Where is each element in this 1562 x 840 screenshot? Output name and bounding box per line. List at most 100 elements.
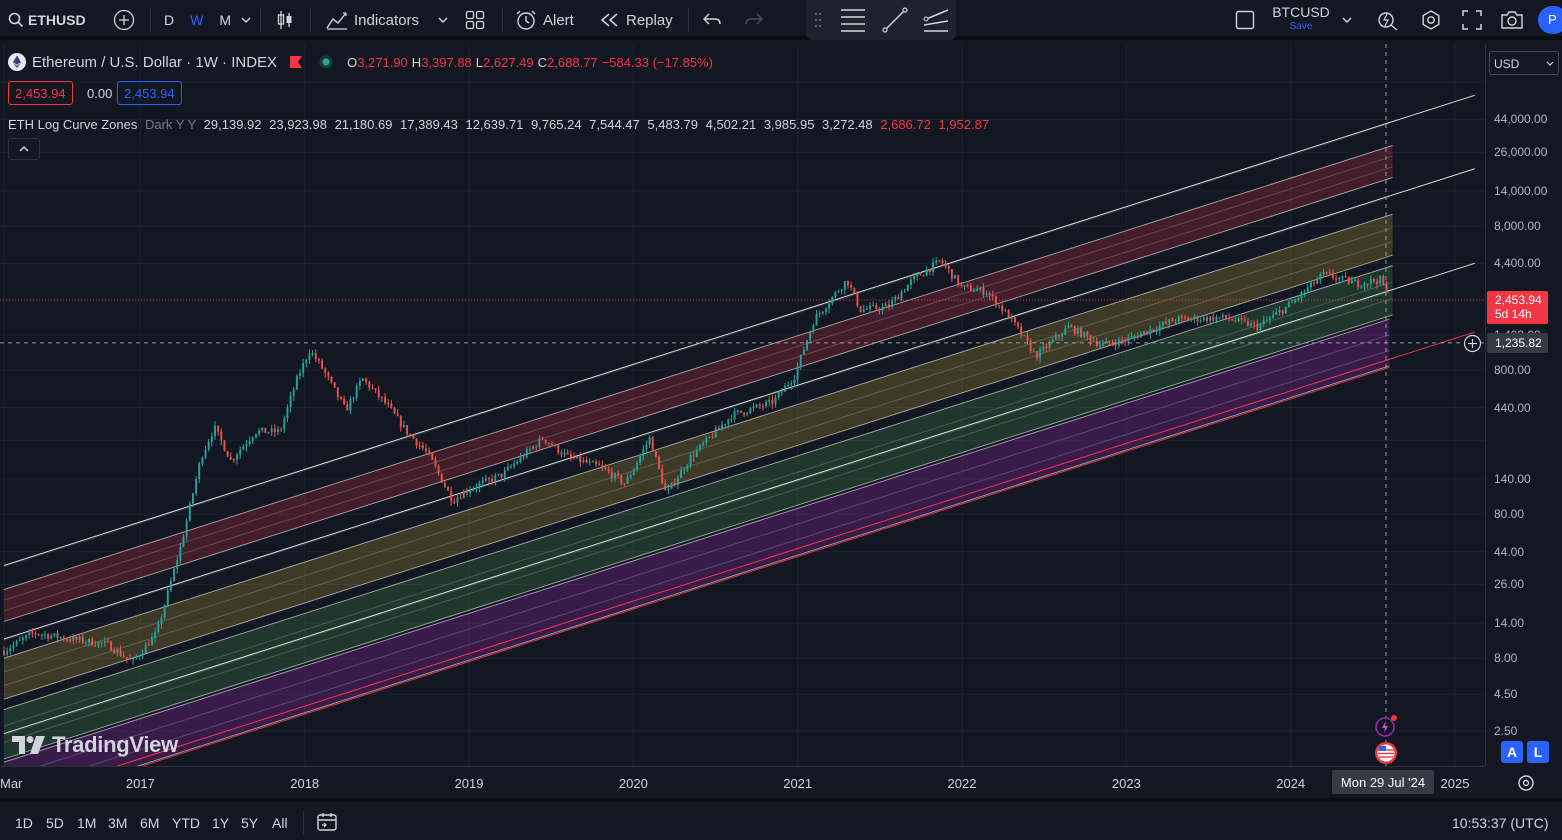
candle-body: [116, 649, 119, 654]
ohlc-change: −584.33 (−17.85%): [601, 54, 713, 70]
candle-body: [94, 645, 97, 647]
log-scale-button[interactable]: L: [1527, 741, 1549, 763]
range-6m[interactable]: 6M: [140, 815, 159, 831]
range-1m[interactable]: 1M: [77, 815, 96, 831]
candle-body: [614, 473, 616, 479]
compare-add-button[interactable]: [113, 0, 135, 40]
chevron-down-icon[interactable]: [241, 17, 251, 23]
add-alert-plus-icon[interactable]: [1463, 334, 1482, 353]
candle-body: [84, 642, 87, 644]
candle-body: [97, 641, 100, 646]
candle-body: [204, 449, 207, 458]
candle-body: [355, 385, 358, 399]
candle-body: [302, 363, 305, 374]
candle-body: [1294, 299, 1297, 303]
buy-price-button[interactable]: 2,453.94: [117, 81, 182, 105]
channel-icon[interactable]: [922, 7, 950, 33]
horizontal-lines-icon[interactable]: [839, 7, 867, 33]
layout-dropdown[interactable]: [1342, 0, 1352, 40]
candle-body: [1039, 349, 1042, 359]
candle-body: [563, 452, 566, 455]
candle-body: [15, 640, 18, 645]
lightning-event-icon[interactable]: [1374, 714, 1398, 738]
calendar-range-icon[interactable]: [316, 811, 338, 833]
candle-body: [758, 404, 761, 406]
auto-scale-button[interactable]: A: [1501, 741, 1523, 763]
zone-yellow: [4, 214, 1393, 700]
range-5d[interactable]: 5D: [46, 815, 64, 831]
chart-canvas[interactable]: [0, 44, 1485, 766]
trend-line-icon[interactable]: [882, 7, 908, 33]
time-axis-settings-icon[interactable]: [1517, 774, 1535, 792]
candle-body: [793, 379, 796, 384]
range-ytd[interactable]: YTD: [172, 815, 200, 831]
candle-body: [1344, 276, 1347, 278]
candle-body: [711, 436, 714, 438]
time-tick-label: 2024: [1276, 776, 1306, 791]
candle-body: [777, 392, 780, 398]
us-flag-event-icon[interactable]: [1374, 741, 1398, 765]
fullscreen-button[interactable]: [1462, 0, 1482, 40]
candle-body: [576, 456, 579, 459]
candle-body: [1023, 335, 1026, 337]
chart-type-button[interactable]: [276, 0, 294, 40]
indicator-value: 17,389.43: [396, 117, 458, 132]
saved-layout-name: BTCUSD: [1272, 4, 1330, 20]
candle-body: [743, 412, 746, 415]
alert-button[interactable]: Alert: [515, 0, 574, 40]
indicators-dropdown[interactable]: [438, 0, 448, 40]
candle-body: [1281, 310, 1284, 314]
candle-body: [1184, 316, 1186, 318]
candle-body: [192, 493, 194, 504]
layout-square-button[interactable]: [1235, 0, 1255, 40]
range-1y[interactable]: 1Y: [212, 815, 229, 831]
quick-search-button[interactable]: [1377, 0, 1399, 40]
redo-button[interactable]: [745, 0, 763, 40]
indicators-button[interactable]: Indicators: [326, 0, 419, 40]
candle-body: [746, 413, 749, 415]
candle-body: [415, 438, 418, 446]
snapshot-button[interactable]: [1500, 0, 1524, 40]
indicator-legend[interactable]: ETH Log Curve Zones Dark Y Y 29,139.92 2…: [8, 117, 989, 132]
candle-body: [157, 624, 160, 633]
interval-d[interactable]: D: [164, 12, 174, 28]
ohlc-high: H3,397.88: [411, 54, 472, 70]
toolbar-divider: [310, 8, 311, 32]
symbol-search-button[interactable]: ETHUSD: [8, 0, 86, 40]
undo-button[interactable]: [703, 0, 721, 40]
sell-price-button[interactable]: 2,453.94: [8, 81, 73, 105]
candle-body: [1328, 272, 1331, 274]
saved-layout-button[interactable]: BTCUSD Save: [1266, 4, 1336, 32]
chart-pane[interactable]: [0, 44, 1485, 766]
utc-clock[interactable]: 10:53:37 (UTC): [1452, 815, 1548, 831]
candle-body: [1278, 310, 1281, 313]
candle-body: [210, 436, 213, 443]
candle-body: [324, 368, 327, 373]
layouts-button[interactable]: [465, 0, 485, 40]
candle-body: [1237, 317, 1240, 322]
market-status-icon: [319, 55, 333, 69]
candle-body: [966, 285, 969, 287]
candle-body: [500, 473, 503, 478]
range-5y[interactable]: 5Y: [241, 815, 258, 831]
candle-body: [815, 314, 818, 326]
time-tick-label: 2018: [290, 776, 320, 791]
flag-icon[interactable]: [289, 55, 303, 69]
candle-body: [516, 461, 519, 464]
range-1d[interactable]: 1D: [15, 815, 33, 831]
range-3m[interactable]: 3M: [108, 815, 127, 831]
candle-body: [374, 388, 377, 390]
symbol-title[interactable]: Ethereum / U.S. Dollar · 1W · INDEX: [32, 54, 277, 71]
settings-button[interactable]: [1420, 0, 1442, 40]
legend-collapse-button[interactable]: [8, 138, 40, 160]
interval-w[interactable]: W: [190, 12, 203, 28]
interval-m[interactable]: M: [219, 12, 231, 28]
drag-handle-icon[interactable]: [814, 12, 822, 28]
range-all[interactable]: All: [272, 815, 288, 831]
currency-select[interactable]: USD: [1489, 51, 1559, 75]
candle-body: [1086, 331, 1089, 336]
candle-body: [535, 446, 538, 448]
replay-button[interactable]: Replay: [600, 0, 673, 40]
profile-button[interactable]: P: [1538, 6, 1562, 34]
time-axis[interactable]: 2025 2024 2023 2022 2021 2020 2019 2018 2017 Mar …: [0, 766, 1485, 798]
